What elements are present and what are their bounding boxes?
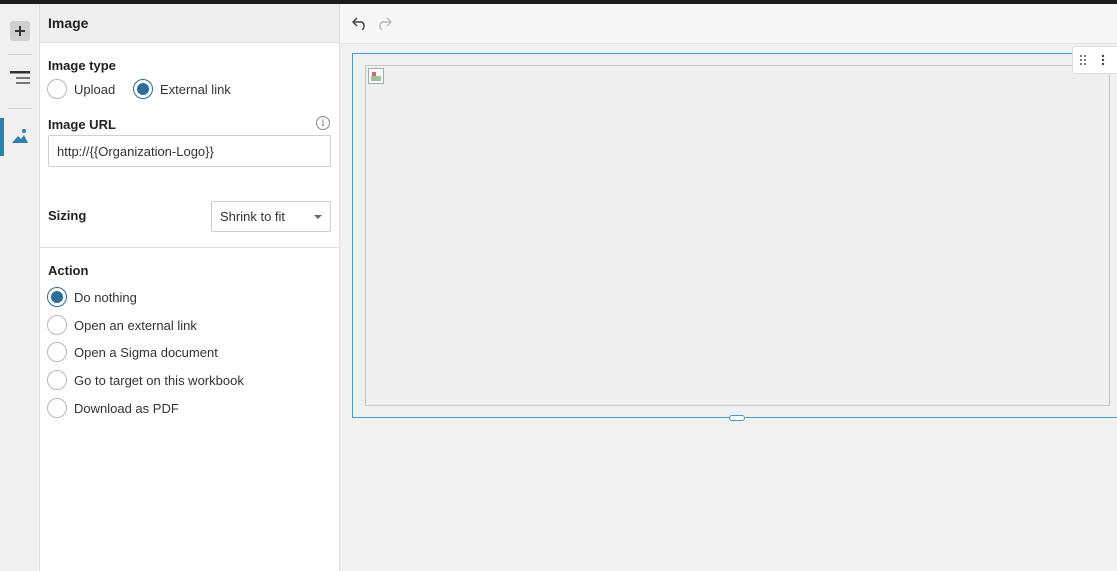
image-container — [365, 65, 1110, 406]
radio-label: Do nothing — [74, 289, 137, 305]
radio-circle — [133, 79, 153, 99]
panel-header: Image — [40, 4, 339, 43]
add-element-button[interactable] — [0, 13, 40, 49]
radio-circle — [47, 370, 67, 390]
image-url-input[interactable] — [48, 135, 331, 167]
plus-icon — [10, 21, 30, 41]
sizing-value: Shrink to fit — [220, 209, 286, 224]
section-divider — [40, 247, 339, 248]
radio-label: Open an external link — [74, 317, 197, 333]
chevron-down-icon — [314, 214, 322, 219]
radio-circle — [47, 287, 67, 307]
radio-circle — [47, 342, 67, 362]
radio-label: Download as PDF — [74, 400, 179, 416]
image-type-label: Image type — [48, 58, 116, 73]
properties-panel: Image Image type Upload External link Im… — [40, 4, 340, 571]
sizing-label: Sizing — [48, 208, 87, 223]
action-label: Action — [48, 263, 89, 278]
outline-icon — [9, 69, 31, 90]
radio-label: Go to target on this workbook — [74, 372, 244, 388]
drag-handle-icon[interactable] — [1076, 52, 1090, 68]
action-go-to-target-radio[interactable]: Go to target on this workbook — [47, 370, 244, 390]
redo-icon — [376, 16, 393, 33]
image-type-upload-radio[interactable]: Upload — [47, 79, 115, 99]
radio-label: Upload — [74, 81, 116, 97]
sizing-select[interactable]: Shrink to fit — [211, 201, 331, 232]
radio-circle — [47, 315, 67, 335]
radio-circle — [47, 398, 67, 418]
redo-button[interactable] — [374, 14, 394, 34]
image-icon — [11, 128, 29, 147]
action-do-nothing-radio[interactable]: Do nothing — [47, 287, 137, 307]
radio-label: Open a Sigma document — [74, 344, 218, 360]
canvas-toolbar — [340, 4, 1117, 44]
outline-button[interactable] — [0, 60, 40, 98]
radio-label: External link — [160, 81, 231, 97]
info-icon[interactable]: i — [316, 116, 330, 130]
more-options-icon[interactable] — [1096, 52, 1110, 68]
radio-circle — [47, 79, 67, 99]
action-download-pdf-radio[interactable]: Download as PDF — [47, 398, 179, 418]
rail-divider — [8, 108, 32, 109]
undo-button[interactable] — [350, 14, 370, 34]
action-open-external-link-radio[interactable]: Open an external link — [47, 315, 197, 335]
rail-divider — [8, 54, 32, 55]
image-properties-button[interactable] — [0, 118, 40, 156]
left-rail — [0, 4, 40, 571]
action-open-sigma-document-radio[interactable]: Open a Sigma document — [47, 342, 218, 362]
resize-handle[interactable] — [729, 415, 745, 421]
element-toolbar — [1072, 46, 1117, 74]
image-url-label: Image URL — [48, 117, 116, 132]
undo-icon — [351, 16, 368, 33]
image-element-frame[interactable] — [352, 53, 1117, 421]
panel-title: Image — [48, 15, 89, 31]
broken-image-icon — [368, 68, 384, 84]
image-type-external-link-radio[interactable]: External link — [133, 79, 231, 99]
